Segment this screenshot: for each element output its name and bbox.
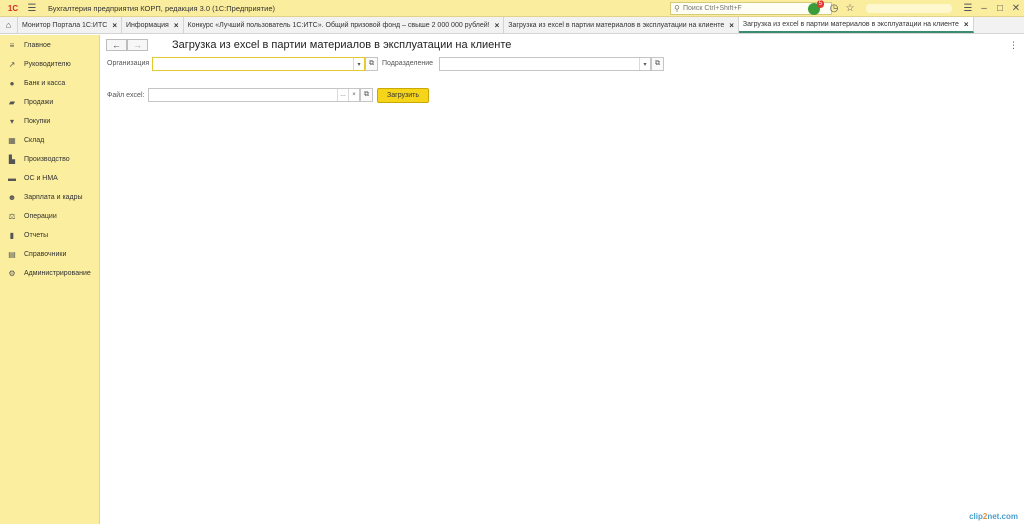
close-tab-icon[interactable]: × [112,21,117,30]
file-open-icon[interactable]: ⧉ [360,88,373,102]
close-tab-icon[interactable]: × [174,21,179,30]
tab-its-monitor[interactable]: Монитор Портала 1С:ИТС × [18,17,122,33]
sidebar-item-label: Производство [24,156,70,163]
sidebar-item-operations[interactable]: ⚖ Операции [0,207,99,226]
app-title: Бухгалтерия предприятия КОРП, редакция 3… [48,3,275,13]
sidebar-item-label: Банк и касса [24,80,66,87]
main-menu-icon[interactable]: ☰ [960,3,976,14]
sidebar-item-label: Справочники [24,251,67,258]
watermark-logo: clip2net.com [969,512,1018,521]
close-window-icon[interactable]: ✕ [1008,3,1024,14]
coins-icon: ● [9,79,15,88]
forward-arrow-icon[interactable]: → [127,39,148,51]
sidebar-item-label: Зарплата и кадры [24,194,83,201]
sidebar-item-warehouse[interactable]: ▦ Склад [0,131,99,150]
org-field[interactable]: ▾ [152,57,365,71]
history-nav: ← → [106,39,148,51]
sidebar-item-reports[interactable]: ▮ Отчеты [0,226,99,245]
load-button[interactable]: Загрузить [377,88,429,103]
sidebar-item-main[interactable]: ≡ Главное [0,36,99,55]
sidebar-item-sales[interactable]: ▰ Продажи [0,93,99,112]
sections-sidebar: ≡ Главное ↗ Руководителю ● Банк и касса ▰ Пр… [0,35,100,524]
sidebar-item-manager[interactable]: ↗ Руководителю [0,55,99,74]
tab-label: Загрузка из excel в партии материалов в … [508,21,725,29]
sidebar-item-label: Администрирование [24,270,91,277]
sidebar-item-label: Покупки [24,118,51,125]
sidebar-item-catalogs[interactable]: ▤ Справочники [0,245,99,264]
search-input[interactable] [683,5,823,12]
factory-icon: ▙ [8,155,16,164]
close-tab-icon[interactable]: × [729,21,734,30]
sidebar-item-payroll[interactable]: ☻ Зарплата и кадры [0,188,99,207]
people-icon: ☻ [7,193,17,202]
close-tab-icon[interactable]: × [964,20,969,29]
sidebar-item-label: Отчеты [24,232,49,239]
page-title: Загрузка из excel в партии материалов в … [172,39,512,51]
maximize-icon[interactable]: □ [992,3,1008,14]
file-field[interactable]: … × [148,88,360,102]
app-logo: 1С [7,3,19,13]
sidebar-item-label: Главное [24,42,51,49]
search-icon: ⚲ [674,4,680,13]
sidebar-item-label: Руководителю [24,61,71,68]
browse-icon[interactable]: … [337,89,348,101]
hamburger-menu-icon[interactable]: ☰ [24,0,40,17]
org-input[interactable] [153,58,353,70]
back-arrow-icon[interactable]: ← [106,39,127,51]
assets-icon: ▬ [8,174,16,183]
watermark-part-a: clip [969,512,983,521]
minimize-icon[interactable]: – [976,3,992,14]
tab-label: Конкурс «Лучший пользователь 1С:ИТС». Об… [187,21,490,29]
favorites-star-icon[interactable]: ☆ [842,3,858,14]
watermark-part-c: net.com [987,512,1018,521]
dept-field[interactable]: ▾ [439,57,651,71]
dept-label: Подразделение [382,60,434,67]
chart-icon: ▮ [9,231,15,240]
sidebar-item-admin[interactable]: ⚙ Администрирование [0,264,99,283]
sidebar-item-purchases[interactable]: ▾ Покупки [0,112,99,131]
tab-label: Загрузка из excel в партии материалов в … [742,20,959,28]
user-name-blurred [866,4,952,13]
close-tab-icon[interactable]: × [495,21,500,30]
sidebar-item-label: ОС и НМА [24,175,58,182]
file-label: Файл excel: [107,92,145,99]
tab-label: Монитор Портала 1С:ИТС [22,21,108,29]
tab-excel-import-2[interactable]: Загрузка из excel в партии материалов в … [738,17,974,33]
menu-icon: ≡ [9,41,15,50]
sidebar-item-production[interactable]: ▙ Производство [0,150,99,169]
form-area: ← → Загрузка из excel в партии материало… [101,35,1024,524]
title-bar: 1С ☰ Бухгалтерия предприятия КОРП, редак… [0,0,1024,17]
warehouse-icon: ▦ [8,136,16,145]
dropdown-icon[interactable]: ▾ [639,58,650,70]
clear-icon[interactable]: × [348,89,359,101]
sidebar-item-label: Продажи [24,99,54,106]
history-icon[interactable]: ◷ [826,3,842,14]
book-icon: ▤ [8,250,16,259]
sidebar-item-bank[interactable]: ● Банк и касса [0,74,99,93]
sidebar-item-label: Склад [24,137,45,144]
cart-icon: ▾ [9,117,14,126]
notifications-icon[interactable]: 5 [808,0,824,15]
tab-contest[interactable]: Конкурс «Лучший пользователь 1С:ИТС». Об… [183,17,505,33]
sidebar-item-label: Операции [24,213,57,220]
titlebar-tools: 5 ◷ ☆ ☰ – □ ✕ [808,0,1024,17]
tab-excel-import-1[interactable]: Загрузка из excel в партии материалов в … [504,17,739,33]
file-input[interactable] [149,89,337,101]
trend-icon: ↗ [8,60,16,69]
sidebar-item-assets[interactable]: ▬ ОС и НМА [0,169,99,188]
dept-input[interactable] [440,58,639,70]
dept-open-icon[interactable]: ⧉ [651,57,664,71]
notification-badge: 5 [816,0,824,8]
more-actions-icon[interactable]: ⋮ [1009,40,1018,51]
org-label: Организация [107,60,150,67]
tab-label: Информация [125,21,169,29]
open-windows-tabs: ⌂ Монитор Портала 1С:ИТС × Информация × Ко… [0,17,1024,34]
bag-icon: ▰ [8,98,16,107]
home-icon[interactable]: ⌂ [0,17,18,33]
gear-icon: ⚙ [8,269,16,278]
operations-icon: ⚖ [8,212,16,221]
dropdown-icon[interactable]: ▾ [353,58,364,70]
tab-information[interactable]: Информация × [121,17,184,33]
org-open-icon[interactable]: ⧉ [365,57,378,71]
